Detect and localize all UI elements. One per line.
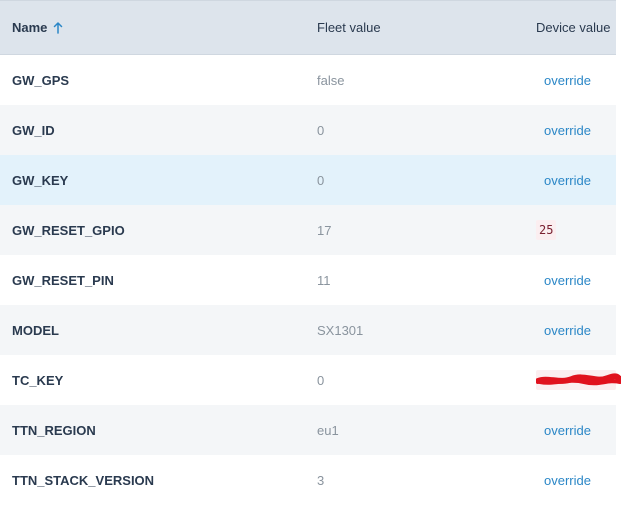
variable-name: TTN_STACK_VERSION xyxy=(12,472,155,488)
table-row: TTN_REGION eu1 override xyxy=(0,405,616,455)
variable-name: TTN_REGION xyxy=(12,422,96,438)
fleet-value: 0 xyxy=(317,172,325,188)
override-link[interactable]: override xyxy=(544,73,591,88)
name-column-header[interactable]: Name xyxy=(12,1,63,54)
variable-name: GW_RESET_PIN xyxy=(12,272,114,288)
redaction-scribble-icon xyxy=(536,373,621,386)
table-row: TC_KEY 0 xyxy=(0,355,621,405)
arrow-up-icon[interactable] xyxy=(53,21,63,34)
table-row: GW_RESET_PIN 11 override xyxy=(0,255,616,305)
fleet-value-column-header[interactable]: Fleet value xyxy=(317,1,381,54)
table-row: GW_ID 0 override xyxy=(0,105,616,155)
table-row: MODEL SX1301 override xyxy=(0,305,616,355)
table-row: GW_GPS false override xyxy=(0,55,616,105)
fleet-value: 0 xyxy=(317,122,325,138)
variables-table: Name Fleet value Device value GW_GPS fal… xyxy=(0,0,621,505)
override-link[interactable]: override xyxy=(544,273,591,288)
fleet-value: 17 xyxy=(317,222,332,238)
fleet-value: SX1301 xyxy=(317,322,364,338)
variable-name: MODEL xyxy=(12,322,59,338)
table-row: TTN_STACK_VERSION 3 override xyxy=(0,455,616,505)
fleet-value: eu1 xyxy=(317,422,339,438)
variable-name: GW_RESET_GPIO xyxy=(12,222,125,238)
override-link[interactable]: override xyxy=(544,423,591,438)
table-row: GW_KEY 0 override xyxy=(0,155,616,205)
redacted-value[interactable] xyxy=(536,370,621,390)
override-link[interactable]: override xyxy=(544,173,591,188)
fleet-value: false xyxy=(317,72,345,88)
override-link[interactable]: override xyxy=(544,323,591,338)
variable-name: GW_KEY xyxy=(12,172,69,188)
variable-name: GW_GPS xyxy=(12,72,70,88)
override-link[interactable]: override xyxy=(544,473,591,488)
name-header-label: Name xyxy=(12,20,48,35)
table-header: Name Fleet value Device value xyxy=(0,0,616,55)
device-value-chip[interactable]: 25 xyxy=(536,220,557,240)
table-row: GW_RESET_GPIO 17 25 xyxy=(0,205,616,255)
fleet-value: 11 xyxy=(317,272,331,288)
variable-name: TC_KEY xyxy=(12,372,64,388)
device-value-column-header[interactable]: Device value xyxy=(536,1,616,54)
variable-name: GW_ID xyxy=(12,122,55,138)
override-link[interactable]: override xyxy=(544,123,591,138)
fleet-value: 3 xyxy=(317,472,325,488)
fleet-value: 0 xyxy=(317,372,325,388)
